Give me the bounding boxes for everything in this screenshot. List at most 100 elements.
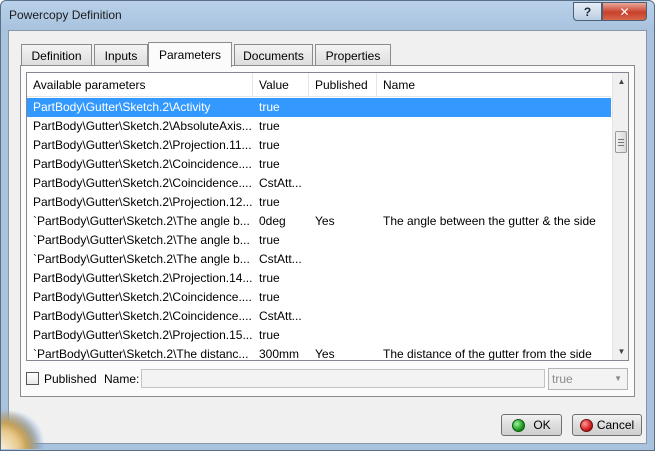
cell-value: CstAtt...: [259, 309, 302, 323]
value-select-text: true: [552, 372, 573, 386]
cell-parameter: `PartBody\Gutter\Sketch.2\The angle b...: [33, 252, 250, 266]
parameters-panel: Available parameters Value Published Nam…: [20, 65, 635, 397]
cell-parameter: `PartBody\Gutter\Sketch.2\The angle b...: [33, 214, 250, 228]
table-row[interactable]: PartBody\Gutter\Sketch.2\Coincidence....…: [27, 155, 611, 174]
table-row[interactable]: PartBody\Gutter\Sketch.2\Projection.15..…: [27, 326, 611, 345]
cell-name: [377, 250, 611, 269]
cell-value: true: [259, 328, 280, 342]
cell-name: [377, 288, 611, 307]
powercopy-dialog: Powercopy Definition ? ✕ Definition Inpu…: [0, 0, 655, 451]
table-row[interactable]: PartBody\Gutter\Sketch.2\Projection.12..…: [27, 193, 611, 212]
cell-parameter: PartBody\Gutter\Sketch.2\Projection.12..…: [33, 195, 253, 209]
cell-name: [377, 155, 611, 174]
cell-value: true: [259, 233, 280, 247]
column-header-name[interactable]: Name: [377, 73, 611, 97]
cell-published: Yes: [315, 214, 335, 228]
table-row[interactable]: PartBody\Gutter\Sketch.2\Projection.11..…: [27, 136, 611, 155]
cell-value: true: [259, 100, 280, 114]
cell-published: [309, 231, 377, 250]
cell-value: true: [259, 138, 280, 152]
close-button[interactable]: ✕: [602, 2, 647, 21]
window-title: Powercopy Definition: [9, 8, 122, 22]
cell-name: [377, 326, 611, 345]
table-row[interactable]: PartBody\Gutter\Sketch.2\Coincidence....…: [27, 307, 611, 326]
cell-name: [377, 269, 611, 288]
cancel-icon: [579, 418, 593, 432]
tab-properties[interactable]: Properties: [315, 44, 391, 66]
table-row[interactable]: `PartBody\Gutter\Sketch.2\The angle b...…: [27, 250, 611, 269]
cell-name: [377, 307, 611, 326]
cell-parameter: PartBody\Gutter\Sketch.2\Projection.15..…: [33, 328, 253, 342]
table-row[interactable]: `PartBody\Gutter\Sketch.2\The angle b...…: [27, 212, 611, 231]
cell-value: true: [259, 195, 280, 209]
help-button[interactable]: ?: [573, 2, 602, 21]
scroll-up-arrow-icon[interactable]: ▲: [613, 73, 628, 90]
published-checkbox[interactable]: [26, 372, 39, 385]
ok-icon: [512, 418, 526, 432]
value-select[interactable]: true ▼: [548, 368, 628, 390]
cell-value: 0deg: [259, 214, 286, 228]
cell-value: CstAtt...: [259, 176, 302, 190]
table-row[interactable]: `PartBody\Gutter\Sketch.2\The angle b...…: [27, 231, 611, 250]
cell-parameter: PartBody\Gutter\Sketch.2\Projection.11..…: [33, 138, 252, 152]
cell-name: [377, 117, 611, 136]
cell-published: [309, 288, 377, 307]
tab-definition[interactable]: Definition: [21, 44, 92, 66]
cell-published: [309, 193, 377, 212]
cancel-button[interactable]: Cancel: [572, 414, 642, 436]
cell-value: true: [259, 290, 280, 304]
cell-parameter: PartBody\Gutter\Sketch.2\Coincidence....: [33, 309, 252, 323]
column-header-published[interactable]: Published: [309, 73, 377, 97]
column-header-value[interactable]: Value: [253, 73, 309, 97]
cell-value: 300mm: [259, 347, 300, 361]
cell-published: [309, 307, 377, 326]
list-header: Available parameters Value Published Nam…: [27, 73, 611, 97]
cell-parameter: PartBody\Gutter\Sketch.2\Activity: [33, 100, 211, 114]
cell-published: [309, 250, 377, 269]
table-row[interactable]: `PartBody\Gutter\Sketch.2\The distanc...…: [27, 345, 611, 361]
list-body: PartBody\Gutter\Sketch.2\Activity true Par…: [27, 98, 611, 361]
tab-inputs[interactable]: Inputs: [94, 44, 148, 66]
cell-parameter: PartBody\Gutter\Sketch.2\Projection.14..…: [33, 271, 253, 285]
cell-published: [309, 117, 377, 136]
scroll-down-arrow-icon[interactable]: ▼: [613, 343, 628, 360]
scroll-thumb[interactable]: [615, 131, 627, 153]
cell-name: [377, 98, 611, 117]
publish-row: Published Name: true ▼: [26, 368, 629, 390]
cell-parameter: PartBody\Gutter\Sketch.2\Coincidence....: [33, 176, 252, 190]
table-row[interactable]: PartBody\Gutter\Sketch.2\Coincidence....…: [27, 174, 611, 193]
table-row[interactable]: PartBody\Gutter\Sketch.2\Coincidence....…: [27, 288, 611, 307]
cell-name: [377, 174, 611, 193]
ok-button[interactable]: OK: [501, 414, 562, 436]
table-row[interactable]: PartBody\Gutter\Sketch.2\AbsoluteAxis...…: [27, 117, 611, 136]
title-bar[interactable]: Powercopy Definition ? ✕: [1, 1, 654, 29]
cell-published: [309, 269, 377, 288]
chevron-down-icon: ▼: [614, 374, 622, 383]
column-header-available-parameters[interactable]: Available parameters: [27, 73, 253, 97]
tab-documents[interactable]: Documents: [234, 44, 313, 66]
ok-label: OK: [533, 418, 551, 432]
cell-published: [309, 155, 377, 174]
cell-parameter: PartBody\Gutter\Sketch.2\Coincidence....: [33, 157, 252, 171]
cell-name: The angle between the gutter & the side: [383, 214, 596, 228]
table-row[interactable]: PartBody\Gutter\Sketch.2\Projection.14..…: [27, 269, 611, 288]
table-row[interactable]: PartBody\Gutter\Sketch.2\Activity true: [27, 98, 611, 117]
cell-published: [309, 326, 377, 345]
parameters-list[interactable]: Available parameters Value Published Nam…: [26, 72, 629, 361]
tab-parameters[interactable]: Parameters: [148, 42, 232, 67]
cell-published: [309, 98, 377, 117]
cell-name: The distance of the gutter from the side: [383, 347, 592, 361]
name-field[interactable]: [141, 369, 545, 388]
vertical-scrollbar[interactable]: ▲ ▼: [612, 73, 628, 360]
cell-parameter: PartBody\Gutter\Sketch.2\AbsoluteAxis...: [33, 119, 252, 133]
cancel-label: Cancel: [596, 418, 635, 432]
cell-value: true: [259, 271, 280, 285]
cell-published: [309, 174, 377, 193]
cell-published: Yes: [315, 347, 335, 361]
cell-name: [377, 193, 611, 212]
cell-parameter: `PartBody\Gutter\Sketch.2\The angle b...: [33, 233, 250, 247]
cell-name: [377, 136, 611, 155]
cell-value: true: [259, 119, 280, 133]
cell-value: CstAtt...: [259, 252, 302, 266]
cell-value: true: [259, 157, 280, 171]
